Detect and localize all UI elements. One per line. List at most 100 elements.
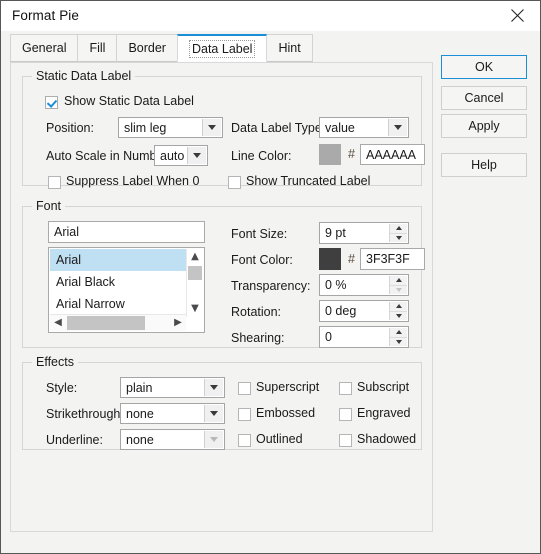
shearing-stepper[interactable]: 0	[319, 326, 409, 348]
auto-scale-label: Auto Scale in Number:	[46, 149, 172, 163]
rotation-stepper[interactable]: 0 deg	[319, 300, 409, 322]
data-label-tab-page: Static Data Label Show Static Data Label…	[10, 62, 433, 532]
font-list-vertical-scrollbar[interactable]: ▲ ▼	[186, 249, 203, 317]
font-list-box[interactable]: Arial Arial Black Arial Narrow Arial Rou…	[48, 247, 205, 333]
effects-group-title: Effects	[32, 355, 78, 369]
apply-button[interactable]: Apply	[441, 114, 527, 138]
cancel-button[interactable]: Cancel	[441, 86, 527, 110]
font-size-value: 9 pt	[325, 226, 346, 240]
underline-dropdown[interactable]: none	[120, 429, 225, 450]
transparency-stepper[interactable]: 0 %	[319, 274, 409, 296]
font-group: Font Arial Arial Arial Black Arial Narro…	[22, 199, 425, 348]
suppress-label-when-zero-checkbox[interactable]	[48, 176, 61, 189]
position-label: Position:	[46, 121, 94, 135]
tab-border-label: Border	[128, 41, 166, 55]
line-color-hash: #	[348, 147, 355, 161]
list-item[interactable]: Arial Narrow	[50, 293, 194, 315]
position-value: slim leg	[124, 120, 167, 135]
show-truncated-label-checkbox[interactable]	[228, 176, 241, 189]
line-color-hex-value: AAAAAA	[366, 147, 417, 162]
shearing-increment[interactable]	[390, 328, 407, 338]
position-dropdown-arrow[interactable]	[202, 119, 221, 136]
transparency-value: 0 %	[325, 278, 347, 292]
tab-strip: General Fill Border Data Label Hint	[10, 34, 313, 63]
scroll-down-icon[interactable]: ▼	[187, 301, 203, 317]
close-icon[interactable]	[494, 1, 540, 30]
font-color-swatch[interactable]	[319, 248, 341, 270]
underline-dropdown-arrow	[204, 431, 223, 448]
strikethrough-label: Strikethrough:	[46, 407, 124, 421]
list-item[interactable]: Arial Black	[50, 271, 194, 293]
auto-scale-dropdown[interactable]: auto	[154, 145, 208, 166]
superscript-checkbox[interactable]	[238, 382, 251, 395]
tab-hint-label: Hint	[278, 41, 301, 55]
line-color-label: Line Color:	[231, 149, 292, 163]
data-label-type-dropdown-arrow[interactable]	[388, 119, 407, 136]
dialog-title: Format Pie	[12, 8, 80, 23]
font-size-increment[interactable]	[390, 224, 407, 234]
style-dropdown-arrow[interactable]	[204, 379, 223, 396]
static-data-label-group-title: Static Data Label	[32, 69, 136, 83]
strikethrough-dropdown-arrow[interactable]	[204, 405, 223, 422]
engraved-label: Engraved	[357, 406, 411, 420]
data-label-type-dropdown[interactable]: value	[319, 117, 409, 138]
transparency-decrement	[390, 285, 407, 294]
strikethrough-value: none	[126, 406, 154, 421]
engraved-checkbox[interactable]	[339, 408, 352, 421]
strikethrough-dropdown[interactable]: none	[120, 403, 225, 424]
title-bar: Format Pie	[1, 1, 540, 31]
subscript-checkbox[interactable]	[339, 382, 352, 395]
scroll-left-icon[interactable]: ◀	[50, 315, 66, 331]
font-list-vertical-thumb[interactable]	[188, 266, 202, 280]
rotation-increment[interactable]	[390, 302, 407, 312]
embossed-label: Embossed	[256, 406, 316, 420]
ok-button[interactable]: OK	[441, 55, 527, 79]
style-label: Style:	[46, 381, 78, 395]
position-dropdown[interactable]: slim leg	[118, 117, 223, 138]
shearing-decrement[interactable]	[390, 337, 407, 346]
tab-hint[interactable]: Hint	[266, 34, 313, 62]
font-name-input[interactable]: Arial	[48, 221, 205, 243]
font-color-hex-value: 3F3F3F	[366, 252, 410, 266]
shadowed-checkbox[interactable]	[339, 434, 352, 447]
style-dropdown[interactable]: plain	[120, 377, 225, 398]
format-pie-dialog: Format Pie General Fill Border Data Labe…	[0, 0, 541, 554]
font-color-hex-input[interactable]: 3F3F3F	[360, 248, 425, 270]
line-color-swatch[interactable]	[319, 144, 341, 165]
shadowed-label: Shadowed	[357, 432, 417, 446]
font-color-hash: #	[348, 252, 355, 266]
shearing-value: 0	[325, 330, 332, 344]
rotation-value: 0 deg	[325, 304, 357, 318]
underline-label: Underline:	[46, 433, 103, 447]
tab-fill[interactable]: Fill	[77, 34, 118, 62]
show-static-data-label-checkbox[interactable]	[45, 96, 58, 109]
show-static-data-label-label: Show Static Data Label	[64, 94, 194, 108]
tab-general-label: General	[22, 41, 67, 55]
data-label-type-value: value	[325, 120, 355, 135]
scroll-right-icon[interactable]: ▶	[170, 315, 186, 331]
tab-data-label[interactable]: Data Label	[176, 34, 268, 62]
embossed-checkbox[interactable]	[238, 408, 251, 421]
effects-group: Effects Style: plain Strikethrough: none…	[22, 355, 422, 450]
scroll-up-icon[interactable]: ▲	[187, 249, 203, 265]
show-truncated-label-label: Show Truncated Label	[246, 174, 371, 188]
rotation-decrement[interactable]	[390, 311, 407, 320]
transparency-increment[interactable]	[390, 276, 407, 286]
outlined-label: Outlined	[256, 432, 303, 446]
line-color-hex-input[interactable]: AAAAAA	[360, 144, 425, 165]
tab-data-label-label: Data Label	[188, 40, 256, 58]
font-list-horizontal-scrollbar[interactable]: ◀ ▶	[50, 314, 186, 331]
help-button[interactable]: Help	[441, 153, 527, 177]
font-size-stepper[interactable]: 9 pt	[319, 222, 409, 244]
tab-border[interactable]: Border	[116, 34, 178, 62]
list-item[interactable]: Arial	[50, 249, 194, 271]
font-name-value: Arial	[54, 225, 80, 239]
outlined-checkbox[interactable]	[238, 434, 251, 447]
tab-fill-label: Fill	[89, 41, 106, 55]
font-size-label: Font Size:	[231, 227, 288, 241]
font-color-label: Font Color:	[231, 253, 293, 267]
tab-general[interactable]: General	[10, 34, 79, 62]
auto-scale-dropdown-arrow[interactable]	[187, 147, 206, 164]
font-size-decrement[interactable]	[390, 233, 407, 242]
font-list-horizontal-thumb[interactable]	[67, 316, 145, 330]
